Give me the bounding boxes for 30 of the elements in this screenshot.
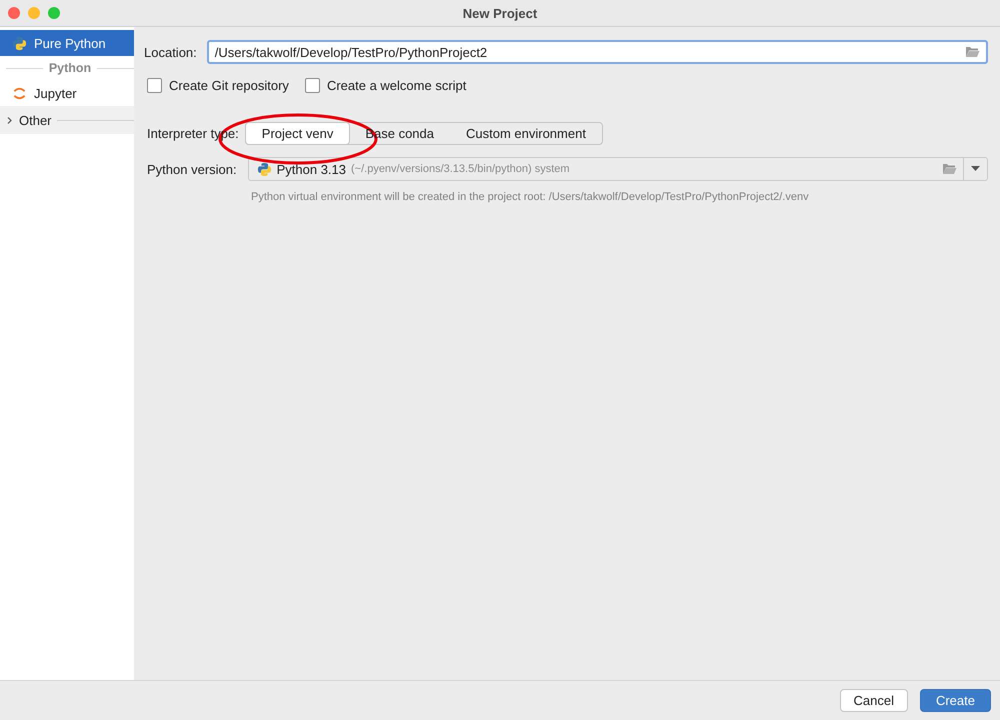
cancel-button[interactable]: Cancel bbox=[840, 689, 908, 712]
interpreter-option[interactable]: Project venv bbox=[246, 123, 350, 144]
folder-icon[interactable] bbox=[965, 46, 980, 58]
jupyter-icon bbox=[12, 86, 27, 100]
zoom-button[interactable] bbox=[48, 7, 60, 19]
minimize-button[interactable] bbox=[28, 7, 40, 19]
interpreter-option[interactable]: Custom environment bbox=[450, 123, 602, 144]
sidebar-item[interactable]: Jupyter bbox=[0, 80, 134, 106]
checkbox[interactable] bbox=[304, 78, 320, 93]
python-version-value: Python 3.13 bbox=[276, 162, 346, 176]
python-version-label: Python version: bbox=[147, 162, 237, 176]
group-header: Python bbox=[48, 61, 92, 75]
checkbox-label: Create Git repository bbox=[169, 78, 289, 93]
python-icon bbox=[256, 162, 272, 176]
group-header[interactable]: Other bbox=[19, 112, 52, 128]
folder-icon[interactable] bbox=[942, 163, 957, 175]
checkbox-label: Create a welcome script bbox=[326, 78, 466, 93]
location-label: Location: bbox=[144, 44, 197, 60]
checkbox[interactable] bbox=[147, 78, 162, 93]
sidebar-item[interactable]: Pure Python bbox=[0, 30, 134, 56]
create-button[interactable]: Create bbox=[920, 689, 991, 712]
python-icon bbox=[12, 36, 27, 50]
hint-text: Python virtual environment will be created in the project root: /Users/takwolf/Develop/TestPro/PythonProject2/.venv bbox=[251, 191, 810, 203]
chevron-icon[interactable] bbox=[5, 116, 14, 124]
python-version-dropdown[interactable]: Python 3.13 (~/.pyenv/versions/3.13.5/bin/python) system bbox=[248, 157, 988, 181]
close-button[interactable] bbox=[8, 7, 20, 19]
caret-icon[interactable] bbox=[971, 166, 980, 172]
interpreter-path: (~/.pyenv/versions/3.13.5/bin/python) system bbox=[351, 163, 570, 175]
location-field[interactable]: /Users/takwolf/Develop/TestPro/PythonProject2 bbox=[206, 40, 988, 64]
window-title: New Project bbox=[462, 6, 538, 20]
